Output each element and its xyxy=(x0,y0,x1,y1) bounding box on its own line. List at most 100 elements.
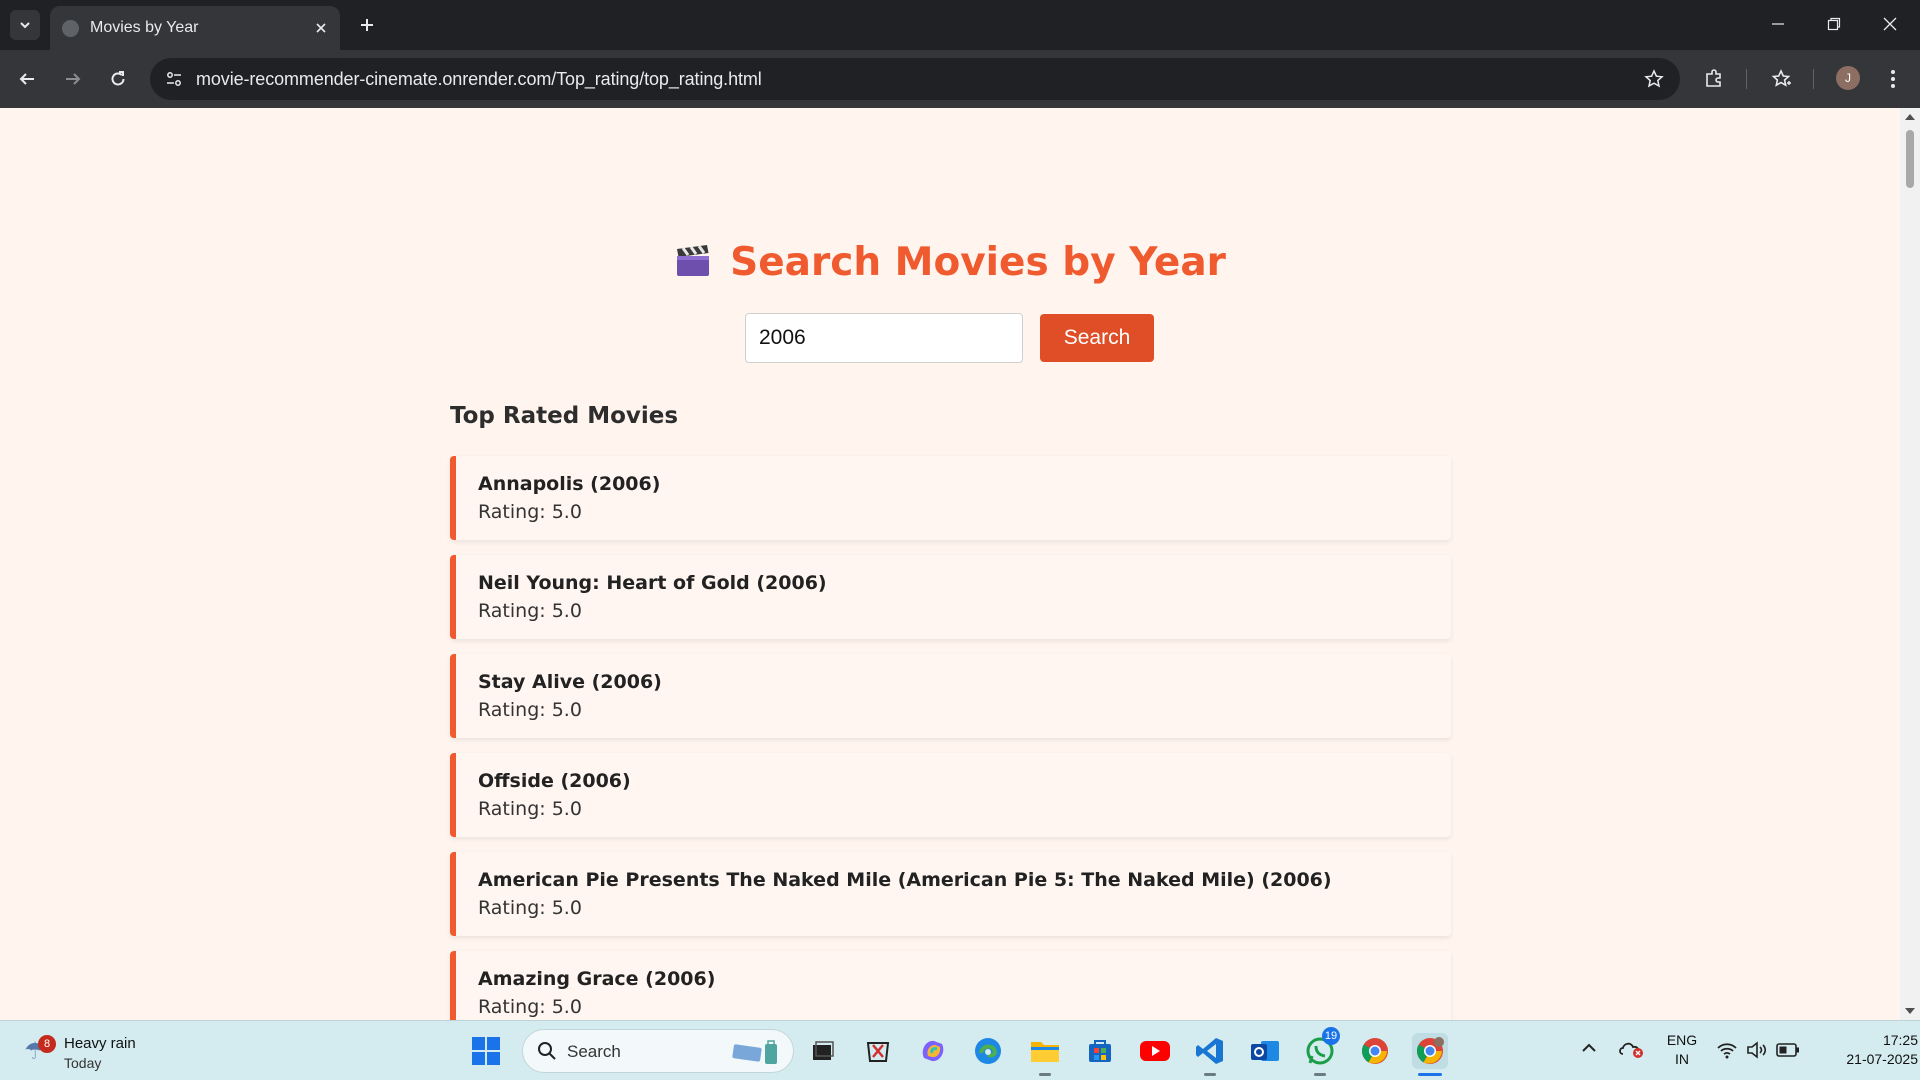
reload-button[interactable] xyxy=(101,62,135,96)
vscode-icon[interactable] xyxy=(1192,1033,1228,1069)
restore-button[interactable] xyxy=(1806,0,1862,48)
search-icon xyxy=(538,1042,556,1060)
clock-date: 21-07-2025 xyxy=(1846,1051,1918,1067)
clock-time: 17:25 xyxy=(1882,1032,1918,1048)
restore-icon xyxy=(1827,17,1841,31)
toolbar-divider xyxy=(1746,69,1747,89)
chrome-icon[interactable] xyxy=(1357,1033,1393,1069)
minimize-button[interactable] xyxy=(1750,0,1806,48)
language-code: ENG xyxy=(1666,1032,1698,1048)
taskbar-search-label: Search xyxy=(567,1042,621,1061)
search-form: Search xyxy=(745,313,1155,363)
outlook-icon[interactable] xyxy=(1247,1033,1283,1069)
extensions-icon[interactable] xyxy=(1697,62,1731,96)
bookmarks-icon[interactable] xyxy=(1764,62,1798,96)
whatsapp-unread-badge: 19 xyxy=(1322,1027,1340,1045)
new-tab-button[interactable] xyxy=(352,10,382,40)
movie-card: Amazing Grace (2006) Rating: 5.0 xyxy=(450,951,1451,1020)
movie-rating: Rating: 5.0 xyxy=(478,699,582,721)
close-window-button[interactable] xyxy=(1862,0,1918,48)
movie-title: American Pie Presents The Naked Mile (Am… xyxy=(478,869,1332,891)
address-bar[interactable]: movie-recommender-cinemate.onrender.com/… xyxy=(150,58,1680,100)
movie-card: Stay Alive (2006) Rating: 5.0 xyxy=(450,654,1451,738)
snipping-tool-icon[interactable] xyxy=(860,1033,896,1069)
edge-browser-icon[interactable] xyxy=(970,1033,1006,1069)
taskbar-search[interactable]: Search xyxy=(522,1029,794,1073)
globe-icon xyxy=(62,20,79,37)
chevron-up-icon[interactable] xyxy=(1580,1039,1598,1062)
onedrive-error-icon[interactable] xyxy=(1618,1039,1644,1064)
movie-card: Offside (2006) Rating: 5.0 xyxy=(450,753,1451,837)
browser-tab-active[interactable]: Movies by Year xyxy=(50,6,340,50)
wifi-icon[interactable] xyxy=(1716,1040,1738,1065)
app-active-indicator xyxy=(1418,1073,1442,1076)
movie-rating: Rating: 5.0 xyxy=(478,897,582,919)
weather-title: Heavy rain xyxy=(64,1035,136,1052)
section-title: Top Rated Movies xyxy=(450,403,679,429)
movie-list: Annapolis (2006) Rating: 5.0 Neil Young:… xyxy=(450,456,1451,1020)
menu-kebab-icon[interactable] xyxy=(1876,62,1910,96)
movie-rating: Rating: 5.0 xyxy=(478,798,582,820)
clapper-board-icon xyxy=(677,245,710,276)
app-running-indicator xyxy=(1314,1073,1326,1076)
weather-notification-badge: 8 xyxy=(38,1035,56,1053)
copilot-icon[interactable] xyxy=(915,1033,951,1069)
region-code: IN xyxy=(1675,1051,1689,1067)
movie-card: American Pie Presents The Naked Mile (Am… xyxy=(450,852,1451,936)
microsoft-store-icon[interactable] xyxy=(1082,1033,1118,1069)
app-running-indicator xyxy=(1204,1073,1216,1076)
search-button[interactable]: Search xyxy=(1040,314,1154,362)
back-button[interactable] xyxy=(10,62,44,96)
movie-title: Offside (2006) xyxy=(478,770,631,792)
page-viewport: Search Movies by Year Search Top Rated M… xyxy=(0,108,1900,1020)
plus-icon xyxy=(361,19,373,31)
windows-logo-icon xyxy=(472,1037,500,1065)
bookmark-star-icon[interactable] xyxy=(1642,67,1666,91)
movie-rating: Rating: 5.0 xyxy=(478,600,582,622)
youtube-icon[interactable] xyxy=(1137,1033,1173,1069)
scrollbar-thumb[interactable] xyxy=(1906,130,1914,188)
file-explorer-icon[interactable] xyxy=(1027,1033,1063,1069)
weather-subtitle: Today xyxy=(64,1055,102,1071)
year-input[interactable] xyxy=(745,313,1023,363)
scroll-down-arrow-icon[interactable] xyxy=(1905,1008,1915,1014)
travel-luggage-icon xyxy=(732,1040,777,1064)
tab-close-button[interactable] xyxy=(310,17,332,39)
scroll-up-arrow-icon[interactable] xyxy=(1905,114,1915,120)
movie-card: Neil Young: Heart of Gold (2006) Rating:… xyxy=(450,555,1451,639)
movie-card: Annapolis (2006) Rating: 5.0 xyxy=(450,456,1451,540)
weather-widget[interactable]: ☂ 8 Heavy rain Today xyxy=(22,1029,162,1073)
heading-text: Search Movies by Year xyxy=(730,240,1226,285)
toolbar-divider xyxy=(1813,69,1814,89)
taskbar: ☂ 8 Heavy rain Today Search 19 ENG IN 17… xyxy=(0,1020,1920,1080)
tab-search-button[interactable] xyxy=(10,10,40,40)
profile-avatar[interactable]: J xyxy=(1836,66,1860,90)
close-icon xyxy=(316,23,326,33)
battery-icon[interactable] xyxy=(1776,1042,1800,1063)
start-button[interactable] xyxy=(470,1035,502,1067)
movie-title: Annapolis (2006) xyxy=(478,473,661,495)
url-text[interactable]: movie-recommender-cinemate.onrender.com/… xyxy=(196,69,762,90)
tab-strip: Movies by Year xyxy=(0,0,1920,50)
task-view-icon[interactable] xyxy=(805,1033,841,1069)
chevron-down-icon xyxy=(20,22,30,29)
app-running-indicator xyxy=(1039,1073,1051,1076)
close-icon xyxy=(1883,17,1897,31)
system-clock[interactable]: 17:25 21-07-2025 xyxy=(1808,1031,1918,1069)
minimize-icon xyxy=(1772,23,1784,25)
page-heading: Search Movies by Year xyxy=(0,240,1900,285)
movie-title: Amazing Grace (2006) xyxy=(478,968,716,990)
site-info-icon[interactable] xyxy=(162,67,186,91)
volume-icon[interactable] xyxy=(1746,1040,1768,1065)
movie-title: Neil Young: Heart of Gold (2006) xyxy=(478,572,827,594)
movie-rating: Rating: 5.0 xyxy=(478,996,582,1018)
tab-title: Movies by Year xyxy=(90,19,199,36)
arrow-right-icon xyxy=(66,73,81,85)
forward-button[interactable] xyxy=(56,62,90,96)
arrow-left-icon xyxy=(19,73,34,85)
chrome-profile-icon[interactable] xyxy=(1412,1033,1448,1069)
movie-title: Stay Alive (2006) xyxy=(478,671,662,693)
vertical-scrollbar[interactable] xyxy=(1900,108,1920,1020)
language-indicator[interactable]: ENG IN xyxy=(1662,1031,1702,1069)
reload-icon xyxy=(111,71,125,86)
